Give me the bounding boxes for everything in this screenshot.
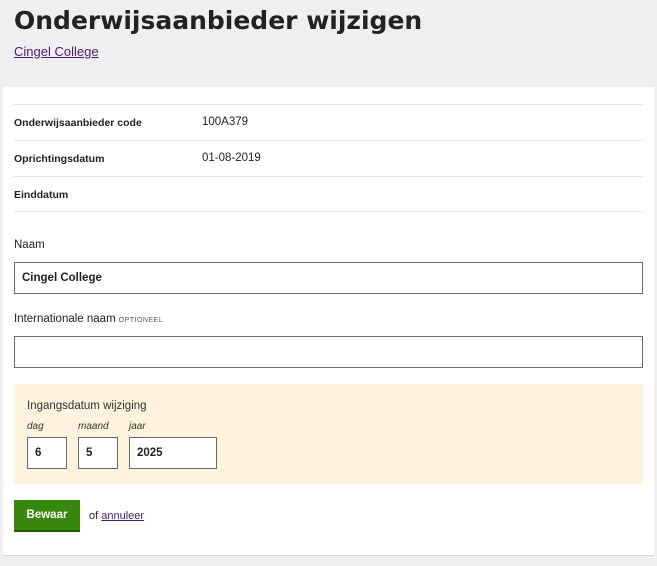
info-value: 01-08-2019	[202, 152, 261, 164]
info-row-einddatum: Einddatum	[14, 176, 643, 212]
jaar-label: jaar	[129, 421, 146, 432]
edit-card: Onderwijsaanbieder code 100A379 Oprichti…	[3, 87, 654, 556]
info-label: Einddatum	[14, 189, 69, 201]
maand-input[interactable]	[78, 437, 118, 469]
save-button[interactable]: Bewaar	[14, 500, 80, 532]
info-value: 100A379	[202, 116, 249, 128]
optional-tag: OPTIONEEL	[118, 317, 164, 324]
jaar-input[interactable]	[129, 437, 217, 469]
breadcrumb-link[interactable]: Cingel College	[14, 44, 99, 59]
ingangsdatum-panel: Ingangsdatum wijziging dag maand jaar	[14, 384, 643, 484]
info-table: Onderwijsaanbieder code 100A379 Oprichti…	[14, 104, 643, 212]
dag-label: dag	[27, 421, 44, 432]
info-label: Onderwijsaanbieder code	[14, 117, 142, 129]
dag-input[interactable]	[27, 437, 67, 469]
cancel-prefix: of	[89, 510, 99, 522]
cancel-wrap: of annuleer	[89, 510, 144, 522]
maand-label: maand	[78, 421, 109, 432]
cancel-link[interactable]: annuleer	[101, 510, 144, 522]
info-label: Oprichtingsdatum	[14, 153, 105, 165]
internationale-naam-input[interactable]	[14, 336, 643, 368]
naam-label: Naam	[14, 239, 45, 251]
internationale-naam-label-text: Internationale naam	[14, 313, 116, 325]
naam-input[interactable]	[14, 262, 643, 294]
ingangsdatum-legend: Ingangsdatum wijziging	[27, 400, 147, 412]
internationale-naam-label: Internationale naam OPTIONEEL	[14, 313, 163, 325]
info-row-oprichtingsdatum: Oprichtingsdatum 01-08-2019	[14, 140, 643, 176]
info-row-code: Onderwijsaanbieder code 100A379	[14, 104, 643, 140]
page-title: Onderwijsaanbieder wijzigen	[14, 6, 423, 35]
